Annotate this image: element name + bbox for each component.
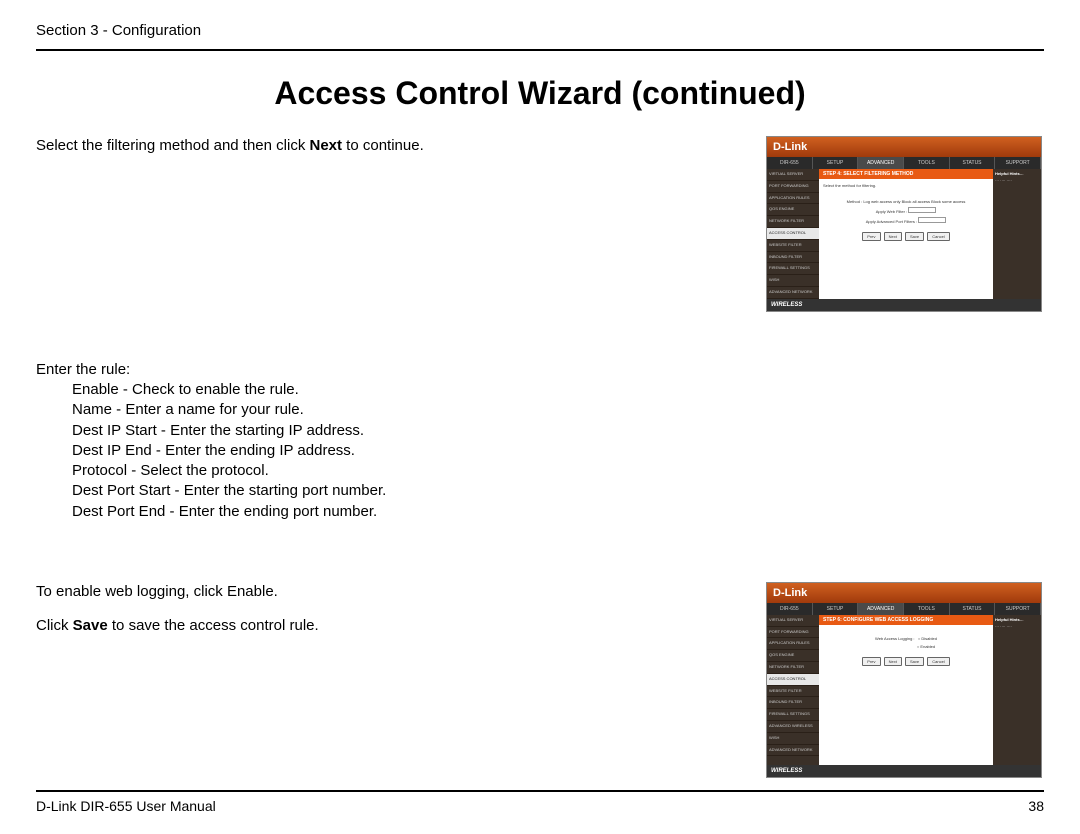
side-access-control[interactable]: ACCESS CONTROL	[767, 228, 819, 240]
text: to continue.	[342, 137, 424, 154]
tab-status[interactable]: STATUS	[950, 603, 996, 615]
block-enter-rule: Enter the rule: Enable - Check to enable…	[36, 360, 1044, 522]
side-qos[interactable]: QOS ENGINE	[767, 650, 819, 662]
rule-protocol: Protocol - Select the protocol.	[72, 461, 496, 481]
bold-save: Save	[73, 617, 108, 634]
side-website-filter[interactable]: WEBSITE FILTER	[767, 240, 819, 252]
step6-title: STEP 6: CONFIGURE WEB ACCESS LOGGING	[819, 615, 993, 625]
nav-tabs: DIR-655 SETUP ADVANCED TOOLS STATUS SUPP…	[767, 157, 1041, 169]
block-filter-method: Select the filtering method and then cli…	[36, 136, 1044, 312]
side-website-filter[interactable]: WEBSITE FILTER	[767, 686, 819, 698]
next-button[interactable]: Next	[884, 657, 902, 666]
side-inbound-filter[interactable]: INBOUND FILTER	[767, 252, 819, 264]
nav-tabs: DIR-655 SETUP ADVANCED TOOLS STATUS SUPP…	[767, 603, 1041, 615]
cancel-button[interactable]: Cancel	[927, 657, 949, 666]
apply-adv-label: Apply Advanced Port Filters :	[866, 219, 917, 224]
hints-title: Helpful Hints…	[995, 171, 1039, 176]
brand-bar: D-Link	[767, 137, 1041, 157]
click-save: Click Save to save the access control ru…	[36, 616, 496, 636]
sidebar: VIRTUAL SERVER PORT FORWARDING APPLICATI…	[767, 169, 819, 299]
enter-rule-lead: Enter the rule:	[36, 360, 496, 380]
apply-web-select[interactable]	[908, 207, 936, 213]
cancel-button[interactable]: Cancel	[927, 232, 949, 241]
text: to save the access control rule.	[108, 617, 319, 634]
step4-title: STEP 4: SELECT FILTERING METHOD	[819, 169, 993, 179]
text: Select the filtering method and then cli…	[36, 137, 310, 154]
method-options[interactable]: Log web access only Block all access Blo…	[863, 199, 965, 204]
instruction-filter: Select the filtering method and then cli…	[36, 136, 496, 156]
side-adv-network[interactable]: ADVANCED NETWORK	[767, 745, 819, 757]
tab-setup[interactable]: SETUP	[813, 157, 859, 169]
wizard-main: STEP 6: CONFIGURE WEB ACCESS LOGGING Web…	[819, 615, 993, 765]
footer-left: D-Link DIR-655 User Manual	[36, 798, 216, 814]
web-logging-label: Web Access Logging :	[875, 636, 915, 641]
side-virtual-server[interactable]: VIRTUAL SERVER	[767, 615, 819, 627]
opt-enabled[interactable]: Enabled	[920, 644, 935, 649]
side-adv-network[interactable]: ADVANCED NETWORK	[767, 287, 819, 299]
side-wish[interactable]: WISH	[767, 275, 819, 287]
text: Click	[36, 617, 73, 634]
next-button[interactable]: Next	[884, 232, 902, 241]
section-header: Section 3 - Configuration	[36, 22, 1044, 43]
rule-dip-start: Dest IP Start - Enter the starting IP ad…	[72, 421, 496, 441]
side-adv-wireless[interactable]: ADVANCED WIRELESS	[767, 721, 819, 733]
screenshot-step6: D-Link DIR-655 SETUP ADVANCED TOOLS STAT…	[766, 582, 1042, 778]
side-net-filter[interactable]: NETWORK FILTER	[767, 216, 819, 228]
brand-bar: D-Link	[767, 583, 1041, 603]
rule-dport-start: Dest Port Start - Enter the starting por…	[72, 481, 496, 501]
tab-tools[interactable]: TOOLS	[904, 603, 950, 615]
page-footer: D-Link DIR-655 User Manual 38	[36, 790, 1044, 814]
side-firewall[interactable]: FIREWALL SETTINGS	[767, 709, 819, 721]
header-rule	[36, 49, 1044, 51]
screenshot-step4: D-Link DIR-655 SETUP ADVANCED TOOLS STAT…	[766, 136, 1042, 312]
method-label: Method :	[847, 199, 863, 204]
save-button[interactable]: Save	[905, 232, 924, 241]
prev-button[interactable]: Prev	[862, 657, 880, 666]
side-app-rules[interactable]: APPLICATION RULES	[767, 193, 819, 205]
tab-advanced[interactable]: ADVANCED	[858, 157, 904, 169]
side-virtual-server[interactable]: VIRTUAL SERVER	[767, 169, 819, 181]
model-cell: DIR-655	[767, 603, 813, 615]
side-app-rules[interactable]: APPLICATION RULES	[767, 638, 819, 650]
bold-next: Next	[310, 137, 343, 154]
tab-tools[interactable]: TOOLS	[904, 157, 950, 169]
rule-enable: Enable - Check to enable the rule.	[72, 380, 496, 400]
sidebar: VIRTUAL SERVER PORT FORWARDING APPLICATI…	[767, 615, 819, 765]
block-web-logging: To enable web logging, click Enable. Cli…	[36, 582, 1044, 778]
side-firewall[interactable]: FIREWALL SETTINGS	[767, 263, 819, 275]
rule-dip-end: Dest IP End - Enter the ending IP addres…	[72, 441, 496, 461]
save-button[interactable]: Save	[905, 657, 924, 666]
tab-support[interactable]: SUPPORT	[995, 603, 1041, 615]
page-title: Access Control Wizard (continued)	[36, 75, 1044, 112]
rule-dport-end: Dest Port End - Enter the ending port nu…	[72, 502, 496, 522]
tab-status[interactable]: STATUS	[950, 157, 996, 169]
prev-button[interactable]: Prev	[862, 232, 880, 241]
wireless-footer: WIRELESS	[767, 299, 1041, 311]
wireless-footer: WIRELESS	[767, 765, 1041, 777]
tab-advanced[interactable]: ADVANCED	[858, 603, 904, 615]
footer-page-number: 38	[1028, 798, 1044, 814]
side-qos[interactable]: QOS ENGINE	[767, 204, 819, 216]
hints-title: Helpful Hints…	[995, 617, 1039, 622]
tab-support[interactable]: SUPPORT	[995, 157, 1041, 169]
enable-logging: To enable web logging, click Enable.	[36, 582, 496, 602]
side-access-control[interactable]: ACCESS CONTROL	[767, 674, 819, 686]
step4-sub: Select the method for filtering.	[819, 179, 993, 192]
helpful-hints: Helpful Hints… ··· ···· ····	[993, 169, 1041, 299]
helpful-hints: Helpful Hints… ··· ···· ····	[993, 615, 1041, 765]
side-port-forward[interactable]: PORT FORWARDING	[767, 181, 819, 193]
side-inbound-filter[interactable]: INBOUND FILTER	[767, 697, 819, 709]
tab-setup[interactable]: SETUP	[813, 603, 859, 615]
opt-disabled[interactable]: Disabled	[921, 636, 937, 641]
rule-name: Name - Enter a name for your rule.	[72, 400, 496, 420]
side-net-filter[interactable]: NETWORK FILTER	[767, 662, 819, 674]
model-cell: DIR-655	[767, 157, 813, 169]
apply-web-label: Apply Web Filter :	[876, 209, 908, 214]
side-port-forward[interactable]: PORT FORWARDING	[767, 627, 819, 639]
side-wish[interactable]: WISH	[767, 733, 819, 745]
apply-adv-select[interactable]	[918, 217, 946, 223]
wizard-main: STEP 4: SELECT FILTERING METHOD Select t…	[819, 169, 993, 299]
